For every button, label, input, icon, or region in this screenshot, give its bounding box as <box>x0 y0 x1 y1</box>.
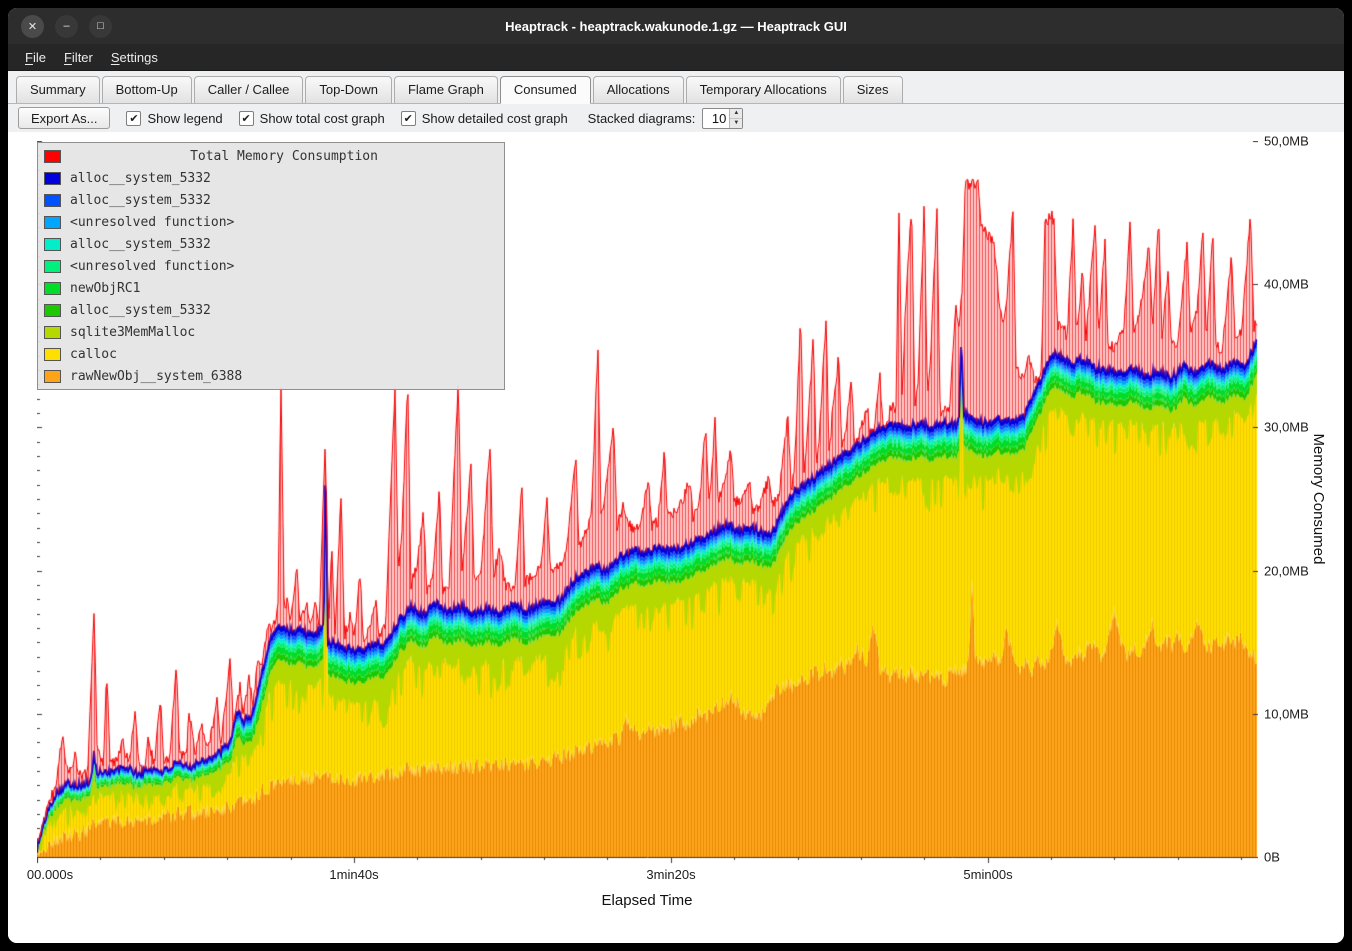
legend-item: alloc__system_5332 <box>38 189 504 211</box>
legend-swatch <box>44 172 61 185</box>
legend-item: rawNewObj__system_6388 <box>38 365 504 387</box>
close-icon: ✕ <box>28 20 37 33</box>
legend-item: alloc__system_5332 <box>38 299 504 321</box>
spin-down-icon[interactable]: ▼ <box>730 119 742 128</box>
window-controls: ✕ – □ <box>21 15 112 38</box>
stacked-diagrams-spinner[interactable]: 10 ▲ ▼ <box>702 108 743 129</box>
check-icon: ✔ <box>404 112 413 125</box>
show-detailed-cost-label: Show detailed cost graph <box>422 111 568 126</box>
stacked-diagrams-label: Stacked diagrams: <box>588 111 696 126</box>
y-tick-label: 40,0MB <box>1264 277 1309 292</box>
tab-consumed[interactable]: Consumed <box>500 76 591 104</box>
x-tick-label: 5min00s <box>963 867 1012 882</box>
export-as-button[interactable]: Export As... <box>18 107 110 129</box>
legend-item: alloc__system_5332 <box>38 167 504 189</box>
maximize-button[interactable]: □ <box>89 15 112 38</box>
y-axis-title: Memory Consumed <box>1310 434 1327 565</box>
legend-item: alloc__system_5332 <box>38 233 504 255</box>
spin-up-icon[interactable]: ▲ <box>730 109 742 119</box>
menu-settings[interactable]: Settings <box>102 46 167 69</box>
legend-swatch <box>44 326 61 339</box>
y-tick-label: 0B <box>1264 850 1280 865</box>
maximize-icon: □ <box>97 20 104 32</box>
x-axis-title: Elapsed Time <box>602 892 693 909</box>
menu-file[interactable]: File <box>16 46 55 69</box>
show-detailed-cost-checkbox[interactable]: ✔ <box>401 111 416 126</box>
y-tick-label: 50,0MB <box>1264 134 1309 149</box>
x-tick-label: 3min20s <box>646 867 695 882</box>
legend-swatch <box>44 304 61 317</box>
legend-swatch <box>44 282 61 295</box>
legend-swatch <box>44 348 61 361</box>
y-tick-label: 30,0MB <box>1264 420 1309 435</box>
legend-swatch <box>44 370 61 383</box>
consumed-chart: 50,0MB 40,0MB 30,0MB 20,0MB 10,0MB 0B 00… <box>8 132 1344 943</box>
y-tick-label: 20,0MB <box>1264 564 1309 579</box>
legend-item: newObjRC1 <box>38 277 504 299</box>
close-button[interactable]: ✕ <box>21 15 44 38</box>
tab-top-down[interactable]: Top-Down <box>305 76 392 103</box>
show-detailed-cost-option[interactable]: ✔ Show detailed cost graph <box>401 111 568 126</box>
window-title: Heaptrack - heaptrack.wakunode.1.gz — He… <box>8 19 1344 34</box>
heaptrack-window: ✕ – □ Heaptrack - heaptrack.wakunode.1.g… <box>8 8 1344 943</box>
legend-title: Total Memory Consumption <box>70 149 498 164</box>
tab-bar: Summary Bottom-Up Caller / Callee Top-Do… <box>8 71 1344 104</box>
tab-flame-graph[interactable]: Flame Graph <box>394 76 498 103</box>
legend-swatch <box>44 260 61 273</box>
legend-item: calloc <box>38 343 504 365</box>
x-tick-label: 00.000s <box>27 867 73 882</box>
titlebar: ✕ – □ Heaptrack - heaptrack.wakunode.1.g… <box>8 8 1344 44</box>
show-total-cost-option[interactable]: ✔ Show total cost graph <box>239 111 385 126</box>
legend-swatch <box>44 238 61 251</box>
tab-bottom-up[interactable]: Bottom-Up <box>102 76 192 103</box>
tab-allocations[interactable]: Allocations <box>593 76 684 103</box>
legend-swatch <box>44 216 61 229</box>
tab-temporary-allocations[interactable]: Temporary Allocations <box>686 76 841 103</box>
tab-caller-callee[interactable]: Caller / Callee <box>194 76 304 103</box>
legend-swatch-total <box>44 150 61 163</box>
legend-item: <unresolved function> <box>38 211 504 233</box>
menu-filter[interactable]: Filter <box>55 46 102 69</box>
legend-swatch <box>44 194 61 207</box>
toolbar: Export As... ✔ Show legend ✔ Show total … <box>8 104 1344 132</box>
legend-title-row: Total Memory Consumption <box>38 145 504 167</box>
menubar: File Filter Settings <box>8 44 1344 71</box>
stacked-diagrams-value[interactable]: 10 <box>703 109 729 128</box>
chart-legend: Total Memory Consumption alloc__system_5… <box>37 142 505 390</box>
show-legend-checkbox[interactable]: ✔ <box>126 111 141 126</box>
minimize-icon: – <box>63 20 69 32</box>
legend-item: sqlite3MemMalloc <box>38 321 504 343</box>
tab-sizes[interactable]: Sizes <box>843 76 903 103</box>
show-total-cost-checkbox[interactable]: ✔ <box>239 111 254 126</box>
x-tick-label: 1min40s <box>329 867 378 882</box>
show-legend-label: Show legend <box>147 111 222 126</box>
check-icon: ✔ <box>129 112 138 125</box>
stacked-diagrams-group: Stacked diagrams: 10 ▲ ▼ <box>588 108 744 129</box>
legend-item: <unresolved function> <box>38 255 504 277</box>
check-icon: ✔ <box>242 112 251 125</box>
tab-summary[interactable]: Summary <box>16 76 100 103</box>
show-total-cost-label: Show total cost graph <box>260 111 385 126</box>
y-tick-label: 10,0MB <box>1264 707 1309 722</box>
minimize-button[interactable]: – <box>55 15 78 38</box>
show-legend-option[interactable]: ✔ Show legend <box>126 111 222 126</box>
